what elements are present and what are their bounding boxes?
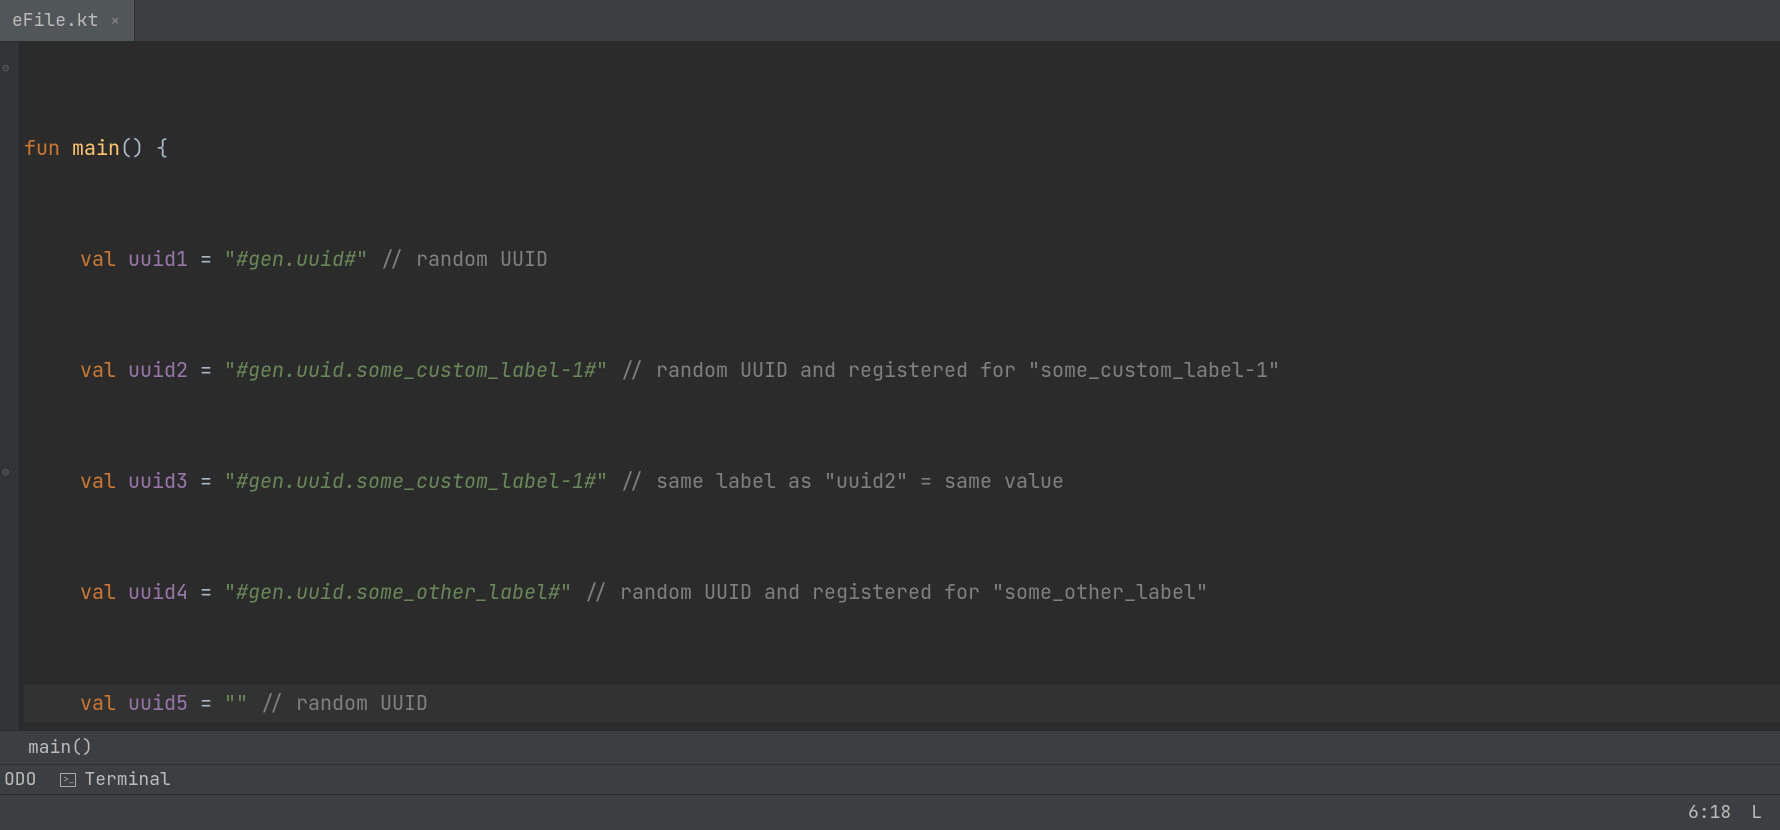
- gutter[interactable]: ⊖ ⊖: [0, 42, 18, 730]
- tool-label: Terminal: [84, 768, 170, 791]
- code-line-current: val uuid5 = "" // random UUID: [24, 685, 1780, 722]
- fold-marker-icon[interactable]: ⊖: [2, 62, 9, 74]
- code-line: val uuid2 = "#gen.uuid.some_custom_label…: [24, 352, 1780, 389]
- fold-marker-icon[interactable]: ⊖: [2, 466, 9, 478]
- tool-label: ODO: [4, 768, 36, 791]
- file-tab[interactable]: eFile.kt ×: [0, 0, 135, 41]
- code-line: val uuid4 = "#gen.uuid.some_other_label#…: [24, 574, 1780, 611]
- terminal-icon: [60, 773, 76, 787]
- breadcrumb[interactable]: main(): [28, 736, 93, 759]
- code-line: val uuid1 = "#gen.uuid#" // random UUID: [24, 241, 1780, 278]
- breadcrumb-bar: main(): [0, 730, 1780, 764]
- tool-window-bar: ODO Terminal: [0, 764, 1780, 794]
- status-bar: 6:18 L: [0, 794, 1780, 830]
- todo-tool-button[interactable]: ODO: [4, 768, 36, 791]
- code-content[interactable]: fun main() { val uuid1 = "#gen.uuid#" //…: [18, 42, 1780, 730]
- status-indicator[interactable]: L: [1751, 801, 1762, 824]
- close-icon[interactable]: ×: [108, 10, 122, 31]
- terminal-tool-button[interactable]: Terminal: [60, 768, 170, 791]
- editor-tab-bar: eFile.kt ×: [0, 0, 1780, 42]
- code-line: fun main() {: [24, 130, 1780, 167]
- tab-label: eFile.kt: [12, 9, 98, 32]
- editor-area[interactable]: ⊖ ⊖ fun main() { val uuid1 = "#gen.uuid#…: [0, 42, 1780, 730]
- caret-position[interactable]: 6:18: [1688, 801, 1731, 824]
- code-line: val uuid3 = "#gen.uuid.some_custom_label…: [24, 463, 1780, 500]
